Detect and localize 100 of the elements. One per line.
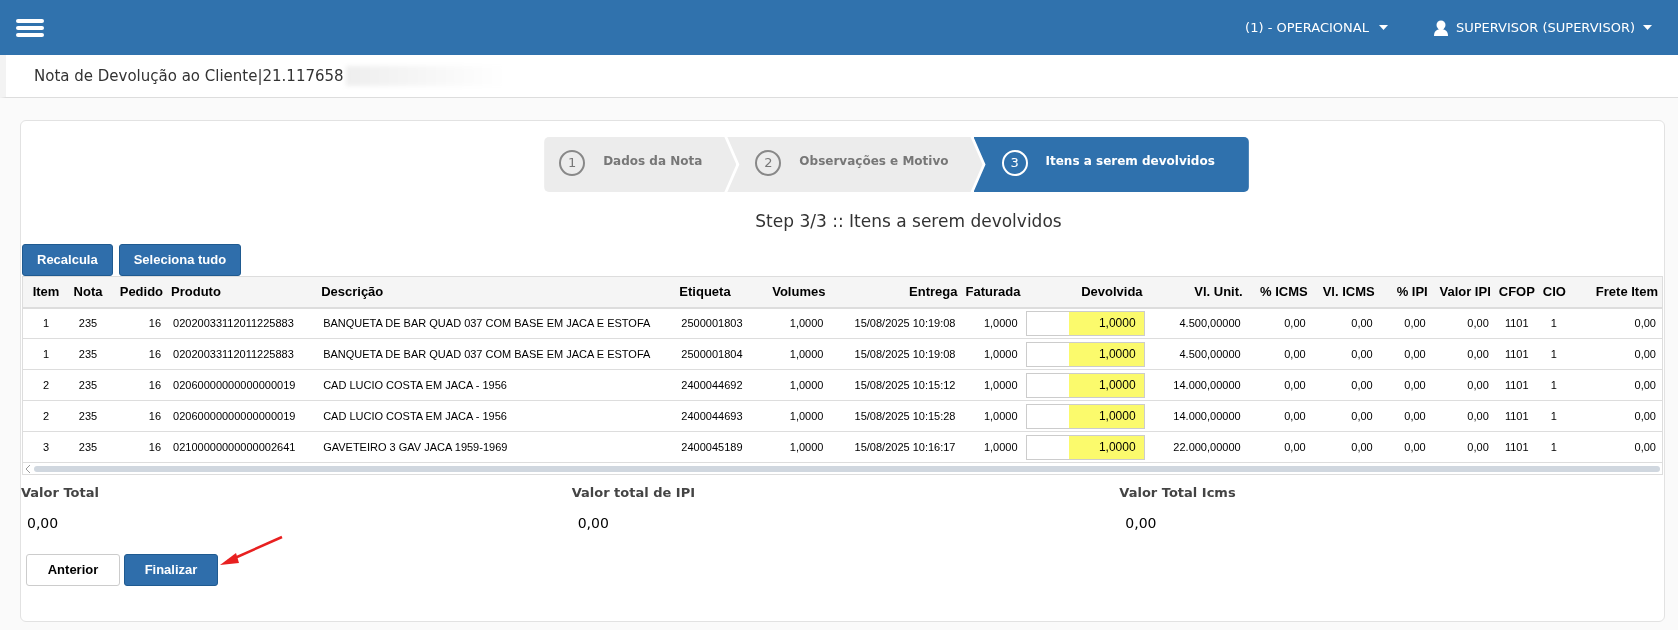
table-cell: 0,00 <box>1246 338 1312 370</box>
table-cell: 14.000,00000 <box>1146 369 1247 401</box>
table-cell: BANQUETA DE BAR QUAD 037 COM BASE EM JACA E ESTOFA <box>317 307 676 339</box>
table-cell: CAD LUCIO COSTA EM JACA - 1956 <box>317 369 676 401</box>
table-cell: 2400045189 <box>675 431 752 463</box>
table-cell: 1,0000 <box>961 307 1024 339</box>
table-cell: 1,0000 <box>961 431 1024 463</box>
table-cell: 1,0000 <box>961 400 1024 432</box>
table-cell: 15/08/2025 10:15:12 <box>829 369 962 401</box>
table-cell: 0,00 <box>1246 307 1312 339</box>
table-cell: 1,0000 <box>961 338 1024 370</box>
column-header: CFOP <box>1494 276 1539 308</box>
table-cell: 0,00 <box>1568 369 1662 401</box>
column-header: Volumes <box>751 276 830 308</box>
table-cell: 0,00 <box>1431 431 1495 463</box>
table-cell: 16 <box>107 400 168 432</box>
footer-button[interactable]: Finalizar <box>124 553 218 586</box>
table-cell: 0,00 <box>1431 307 1495 339</box>
table-cell: 0,00 <box>1568 431 1662 463</box>
table-cell: 235 <box>69 338 108 370</box>
table-cell: 1 <box>1538 369 1569 401</box>
table-cell: 0,00 <box>1311 431 1379 463</box>
column-header: Item <box>23 276 69 308</box>
quantity-value: 1,0000 <box>1098 315 1136 333</box>
table-cell: 235 <box>69 431 108 463</box>
toolbar-button[interactable]: Seleciona tudo <box>118 243 242 276</box>
table-cell: 1,0000 <box>961 369 1024 401</box>
user-dropdown[interactable]: SUPERVISOR (SUPERVISOR) <box>1433 17 1652 38</box>
scroll-left-icon[interactable] <box>25 464 31 473</box>
table-cell: 1 <box>1538 400 1569 432</box>
table-cell: 02060000000000000019 <box>167 369 318 401</box>
table-cell: 16 <box>107 307 168 339</box>
table-cell: 0,00 <box>1311 338 1379 370</box>
table-cell: 02020033112011225883 <box>167 307 318 339</box>
column-header: Pedido <box>107 276 168 308</box>
column-header: CIO <box>1538 276 1569 308</box>
table-cell: 1,0000 <box>751 369 830 401</box>
table-cell: 16 <box>107 369 168 401</box>
footer-button[interactable]: Anterior <box>26 553 120 586</box>
table-cell: 2500001803 <box>675 307 752 339</box>
table-cell: 15/08/2025 10:19:08 <box>829 307 962 339</box>
table-cell: 2400044692 <box>675 369 752 401</box>
table-cell: 0,00 <box>1431 338 1495 370</box>
table-cell: 1 <box>1538 431 1569 463</box>
wizard-step[interactable]: 2 Observações e Motivo <box>727 137 983 192</box>
column-header: Vl. ICMS <box>1311 276 1379 308</box>
input-field[interactable]: 1,0000 <box>1025 372 1145 398</box>
scrollbar[interactable] <box>34 465 1660 472</box>
table-cell: 1,0000 <box>751 431 830 463</box>
column-header: Vl. Unit. <box>1146 276 1247 308</box>
table-cell: 1 <box>23 307 69 339</box>
table-cell: 1101 <box>1494 307 1539 339</box>
menu-icon[interactable] <box>16 17 44 38</box>
table-cell: 1,0000 <box>751 338 830 370</box>
table-cell: 4.500,00000 <box>1146 338 1247 370</box>
input-field[interactable]: 1,0000 <box>1025 403 1145 429</box>
table-cell: 02020033112011225883 <box>167 338 318 370</box>
table-cell: 0,00 <box>1311 369 1379 401</box>
column-header: Nota <box>69 276 108 308</box>
table-cell: 2500001804 <box>675 338 752 370</box>
table-cell: 02060000000000000019 <box>167 400 318 432</box>
column-header: % IPI <box>1378 276 1432 308</box>
table-cell: 2 <box>23 400 69 432</box>
table-cell: 1 <box>1538 307 1569 339</box>
wizard-step[interactable]: 3 Itens a serem devolvidos <box>973 137 1249 192</box>
table-cell: 235 <box>69 369 108 401</box>
table-cell: BANQUETA DE BAR QUAD 037 COM BASE EM JACA E ESTOFA <box>317 338 676 370</box>
table-cell: 1101 <box>1494 369 1539 401</box>
input-field[interactable]: 1,0000 <box>1025 434 1145 460</box>
table-cell: 0,00 <box>1378 369 1432 401</box>
column-header: Devolvida <box>1023 276 1147 308</box>
company-dropdown[interactable]: (1) - OPERACIONAL <box>1245 17 1388 38</box>
table-cell: 1101 <box>1494 431 1539 463</box>
total-value: 0,00 <box>576 513 610 533</box>
table-cell: 4.500,00000 <box>1146 307 1247 339</box>
column-header: Frete Item <box>1568 276 1662 308</box>
table-cell: 0,00 <box>1378 400 1432 432</box>
table-cell: 0,00 <box>1568 338 1662 370</box>
table-cell: 1101 <box>1494 338 1539 370</box>
caret-icon <box>1643 25 1652 30</box>
total-label: Valor Total <box>21 484 100 502</box>
wizard-step[interactable]: 1 Dados da Nota <box>544 137 737 192</box>
table-cell: 1,0000 <box>751 400 830 432</box>
column-header: Valor IPI <box>1431 276 1495 308</box>
column-header: % ICMS <box>1246 276 1312 308</box>
table-cell: 0,00 <box>1311 307 1379 339</box>
table-cell: 1 <box>1538 338 1569 370</box>
toolbar-button[interactable]: Recalcula <box>22 243 113 276</box>
table-cell: 1 <box>23 338 69 370</box>
table-cell: 0,00 <box>1431 400 1495 432</box>
table-cell: CAD LUCIO COSTA EM JACA - 1956 <box>317 400 676 432</box>
table-cell: 0,00 <box>1568 400 1662 432</box>
table-cell: GAVETEIRO 3 GAV JACA 1959-1969 <box>317 431 676 463</box>
caret-icon <box>1378 25 1388 30</box>
column-header: Faturada <box>961 276 1024 308</box>
table-cell: 2400044693 <box>675 400 752 432</box>
total-label: Valor Total Icms <box>1119 484 1237 502</box>
input-field[interactable]: 1,0000 <box>1025 310 1145 336</box>
table-cell: 14.000,00000 <box>1146 400 1247 432</box>
input-field[interactable]: 1,0000 <box>1025 341 1145 367</box>
